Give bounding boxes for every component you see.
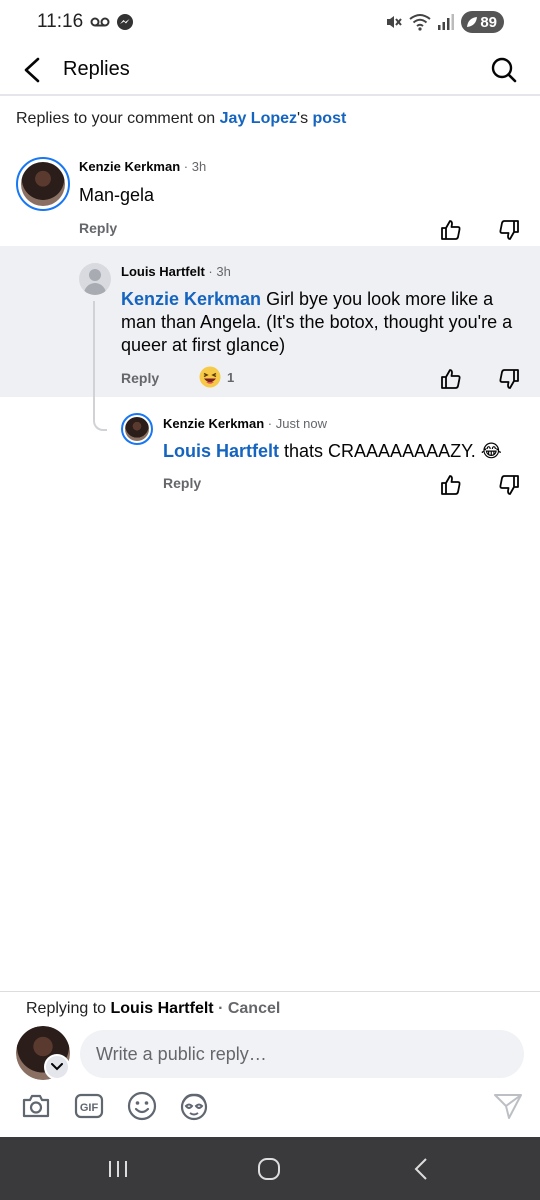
replying-to-name: Louis Hartfelt [110,1000,214,1017]
emoji-button[interactable] [126,1090,158,1122]
home-icon [258,1158,280,1180]
battery-indicator: 89 [461,11,504,33]
avatar-sticker-icon [180,1093,208,1121]
identity-switcher-button[interactable] [44,1054,70,1080]
messenger-icon [117,14,133,30]
upvote-icon[interactable] [439,473,463,497]
signal-icon [438,14,455,30]
comment-text: Man-gela [79,185,155,205]
page-title: Replies [63,58,130,80]
system-back-button[interactable] [406,1154,436,1184]
comment-time: · 3h [204,264,231,279]
reaction-summary[interactable]: 1 [199,366,234,388]
send-button[interactable] [492,1090,524,1122]
comment-author[interactable]: Kenzie Kerkman [163,416,264,431]
wifi-icon [409,14,431,31]
recent-apps-button[interactable] [103,1154,133,1184]
reply-button[interactable]: Reply [163,475,201,491]
camera-icon [22,1094,50,1118]
back-button[interactable] [16,54,48,86]
avatar[interactable] [16,157,70,211]
mute-icon [387,16,403,28]
avatar-photo [125,417,149,441]
comment-time: · 3h [180,159,207,174]
recent-apps-icon [109,1161,127,1177]
replying-to-banner: Replying to Louis Hartfelt · Cancel [26,1000,281,1017]
back-arrow-icon [24,57,40,83]
comment-text: Louis Hartfelt thats CRAAAAAAAAZY. 😂 [163,441,502,461]
post-link[interactable]: post [313,110,347,127]
cancel-button[interactable]: Cancel [228,1000,280,1017]
status-bar: 11:16 89 [0,0,540,46]
post-author-link[interactable]: Jay Lopez [220,110,297,127]
comment-2: Louis Hartfelt · 3h Kenzie Kerkman Girl … [0,246,540,397]
smiley-icon [127,1091,157,1121]
camera-button[interactable] [20,1090,52,1122]
replies-context: Replies to your comment on Jay Lopez's p… [16,110,347,127]
mention-link[interactable]: Kenzie Kerkman [121,289,261,309]
avatar[interactable] [79,263,111,295]
comment-time: · Just now [264,416,328,431]
avatar-sticker-button[interactable] [178,1090,210,1122]
comment-author[interactable]: Kenzie Kerkman [79,159,180,174]
reaction-count: 1 [227,369,235,385]
downvote-icon[interactable] [497,218,521,242]
search-button[interactable] [488,54,520,86]
reply-input[interactable] [80,1030,524,1078]
comment-3: Kenzie Kerkman · Just now Louis Hartfelt… [0,398,540,508]
comment-author[interactable]: Louis Hartfelt [121,264,205,279]
downvote-icon[interactable] [497,367,521,391]
mention-link[interactable]: Louis Hartfelt [163,441,279,461]
svg-text:GIF: GIF [80,1102,99,1114]
comment-text: Kenzie Kerkman Girl bye you look more li… [121,289,513,355]
system-navigation-bar [0,1137,540,1200]
status-time: 11:16 [37,11,84,32]
avatar[interactable] [121,413,153,445]
header: Replies [0,46,540,96]
gif-icon: GIF [74,1093,104,1119]
reply-button[interactable]: Reply [121,370,159,386]
leaf-icon [467,17,478,27]
reply-button[interactable]: Reply [79,220,117,236]
voicemail-icon [90,17,110,27]
upvote-icon[interactable] [439,218,463,242]
comment-1: Kenzie Kerkman · 3h Man-gela Reply [0,145,540,245]
downvote-icon[interactable] [497,473,521,497]
chevron-down-icon [51,1063,63,1071]
upvote-icon[interactable] [439,367,463,391]
gif-button[interactable]: GIF [73,1090,105,1122]
send-icon [494,1094,522,1119]
reply-composer: Replying to Louis Hartfelt · Cancel GIF [0,991,540,1137]
avatar-photo [21,162,65,206]
search-icon [491,57,517,83]
back-chevron-icon [414,1158,427,1180]
haha-reaction-icon [199,366,221,388]
home-button[interactable] [254,1154,284,1184]
